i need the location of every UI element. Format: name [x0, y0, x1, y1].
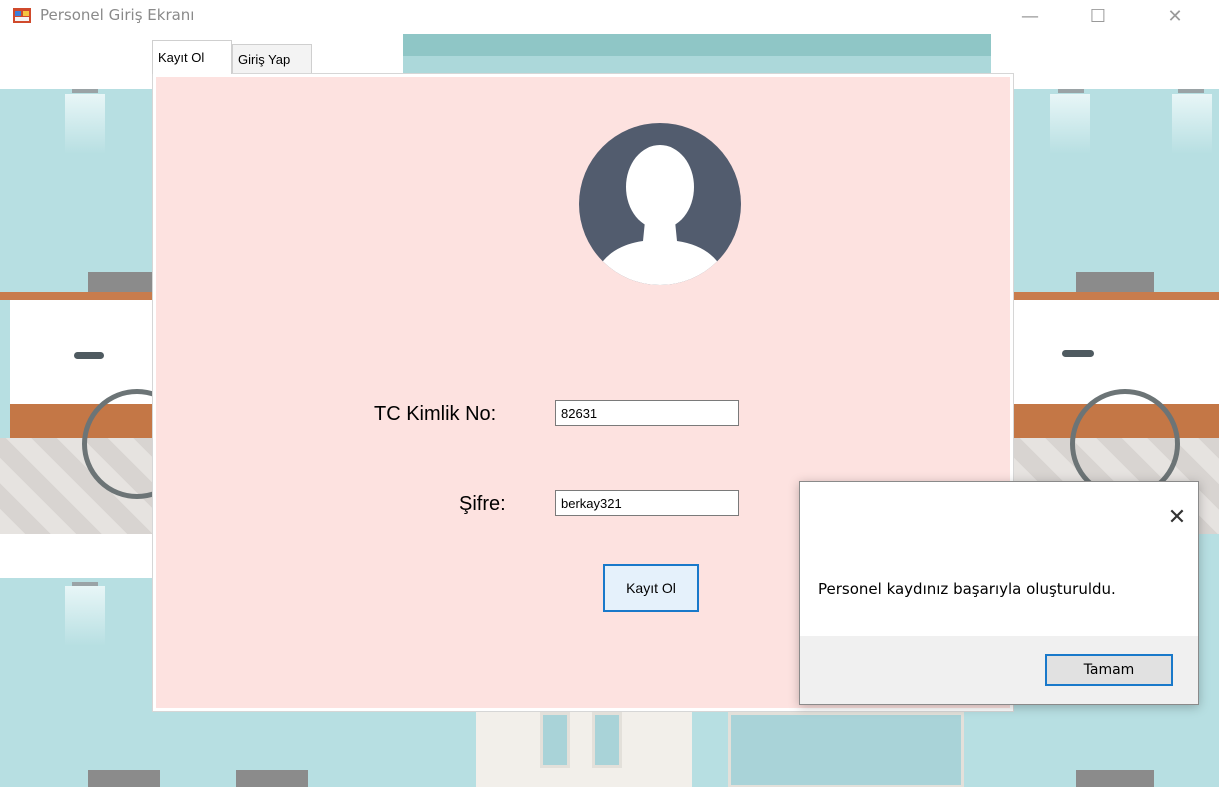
tab-giris-yap[interactable]: Giriş Yap [232, 44, 312, 74]
tc-kimlik-input[interactable] [555, 400, 739, 426]
lamp-light [1172, 94, 1212, 154]
wheelchair-handle [1062, 350, 1094, 357]
message-dialog: ✕ Personel kaydınız başarıyla oluşturuld… [799, 481, 1199, 705]
wheelchair-handle [74, 352, 104, 359]
minimize-button[interactable]: — [1007, 0, 1053, 32]
lamp-light [1050, 94, 1090, 154]
dialog-close-button[interactable]: ✕ [1162, 502, 1192, 532]
maximize-icon: ☐ [1089, 5, 1107, 27]
desk-monitor [1076, 770, 1154, 787]
door-window [540, 712, 570, 768]
reception-monitor [1076, 272, 1154, 292]
reception-counter-top [1014, 292, 1219, 300]
ceiling-lamp [1178, 89, 1204, 93]
reception-counter-top [0, 292, 152, 300]
register-button[interactable]: Kayıt Ol [603, 564, 699, 612]
maximize-button[interactable]: ☐ [1075, 0, 1121, 32]
password-input[interactable] [555, 490, 739, 516]
dialog-message: Personel kaydınız başarıyla oluşturuldu. [818, 580, 1116, 598]
desk-monitor [236, 770, 308, 787]
user-avatar-icon [579, 123, 741, 285]
ceiling-lamp [1058, 89, 1084, 93]
desk-monitor [88, 770, 160, 787]
reception-monitor [88, 272, 152, 292]
window-title: Personel Giriş Ekranı [40, 6, 195, 24]
app-icon[interactable] [12, 6, 32, 26]
close-icon: ✕ [1167, 5, 1183, 27]
password-label: Şifre: [459, 493, 506, 515]
building-door [476, 712, 692, 787]
close-icon: ✕ [1167, 504, 1187, 530]
ceiling-lamp [72, 89, 98, 93]
window-title-bar: Personel Giriş Ekranı — ☐ ✕ [0, 0, 1219, 34]
lamp-light [65, 586, 105, 646]
background-divider [0, 534, 152, 578]
lamp-light [65, 94, 105, 154]
tab-kayit-ol[interactable]: Kayıt Ol [152, 40, 232, 74]
ok-button[interactable]: Tamam [1045, 654, 1173, 686]
building-window [728, 712, 964, 787]
dialog-footer: Tamam [800, 636, 1198, 704]
tc-kimlik-label: TC Kimlik No: [374, 403, 497, 425]
close-window-button[interactable]: ✕ [1152, 0, 1198, 32]
reception-counter-front [1014, 300, 1219, 404]
door-window [592, 712, 622, 768]
minimize-icon: — [1021, 5, 1039, 27]
